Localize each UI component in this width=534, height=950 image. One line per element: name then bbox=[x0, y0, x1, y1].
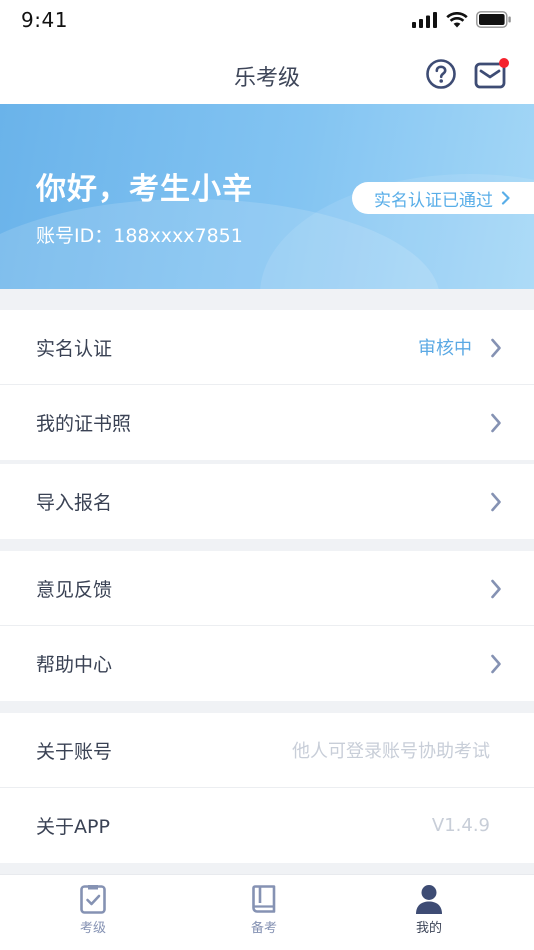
verified-badge-button[interactable]: 实名认证已通过 bbox=[352, 182, 534, 214]
nav-bar: 乐考级 bbox=[0, 44, 534, 104]
chevron-right-icon bbox=[491, 492, 501, 512]
tab-label: 我的 bbox=[415, 921, 442, 936]
battery-icon bbox=[476, 11, 511, 28]
menu-group-import: 导入报名 bbox=[0, 464, 534, 539]
menu-item-label: 导入报名 bbox=[36, 492, 113, 514]
menu-item-label: 帮助中心 bbox=[36, 654, 113, 676]
system-icons bbox=[412, 11, 512, 28]
menu-item-about-account[interactable]: 关于账号 他人可登录账号协助考试 bbox=[0, 713, 534, 788]
menu-item-label: 关于账号 bbox=[36, 740, 113, 763]
tab-bar: 考级 备考 我的 bbox=[0, 874, 534, 950]
mail-badge bbox=[499, 58, 509, 68]
tab-label: 考级 bbox=[79, 921, 106, 936]
menu-item-about-app[interactable]: 关于APP V1.4.9 bbox=[0, 788, 534, 863]
menu-item-label: 实名认证 bbox=[36, 337, 113, 360]
menu-group-about: 关于账号 他人可登录账号协助考试 关于APP V1.4.9 bbox=[0, 713, 534, 863]
greeting-text: 你好，考生小辛 bbox=[36, 172, 253, 207]
tab-study[interactable]: 备考 bbox=[224, 883, 304, 936]
messages-button[interactable] bbox=[474, 56, 510, 92]
menu-item-help-center[interactable]: 帮助中心 bbox=[0, 626, 534, 701]
chevron-right-icon bbox=[491, 579, 501, 599]
tab-mine[interactable]: 我的 bbox=[389, 883, 469, 936]
wifi-icon bbox=[446, 11, 468, 27]
menu-item-certificates[interactable]: 我的证书照 bbox=[0, 385, 534, 460]
review-status: 审核中 bbox=[418, 338, 472, 359]
status-bar: 9:41 bbox=[0, 0, 534, 44]
menu-item-feedback[interactable]: 意见反馈 bbox=[0, 551, 534, 626]
menu-item-import[interactable]: 导入报名 bbox=[0, 464, 534, 539]
app-version: V1.4.9 bbox=[431, 815, 490, 836]
help-circle-icon bbox=[426, 59, 456, 89]
account-id: 账号ID：188xxxx7851 bbox=[36, 225, 243, 247]
profile-banner: 你好，考生小辛 账号ID：188xxxx7851 实名认证已通过 bbox=[0, 104, 534, 289]
exam-checklist-icon bbox=[80, 885, 106, 914]
cellular-signal-icon bbox=[412, 11, 437, 28]
menu-item-label: 意见反馈 bbox=[36, 578, 113, 601]
book-icon bbox=[252, 885, 276, 913]
menu-item-real-name[interactable]: 实名认证 审核中 bbox=[0, 310, 534, 385]
tab-exam[interactable]: 考级 bbox=[53, 883, 133, 936]
menu-item-label: 我的证书照 bbox=[36, 413, 132, 435]
chevron-right-icon bbox=[491, 338, 501, 358]
verified-badge-label: 实名认证已通过 bbox=[374, 190, 493, 211]
menu-group-identity: 实名认证 审核中 我的证书照 bbox=[0, 310, 534, 460]
chevron-right-icon bbox=[491, 413, 501, 433]
status-time: 9:41 bbox=[21, 8, 68, 32]
mail-icon bbox=[474, 58, 509, 89]
menu-group-support: 意见反馈 帮助中心 bbox=[0, 551, 534, 701]
help-button[interactable] bbox=[423, 56, 459, 92]
chevron-right-icon bbox=[491, 654, 501, 674]
person-icon bbox=[416, 885, 442, 914]
about-account-hint: 他人可登录账号协助考试 bbox=[292, 741, 490, 762]
chevron-right-icon bbox=[501, 191, 510, 205]
tab-label: 备考 bbox=[250, 921, 277, 936]
menu-item-label: 关于APP bbox=[36, 816, 110, 838]
